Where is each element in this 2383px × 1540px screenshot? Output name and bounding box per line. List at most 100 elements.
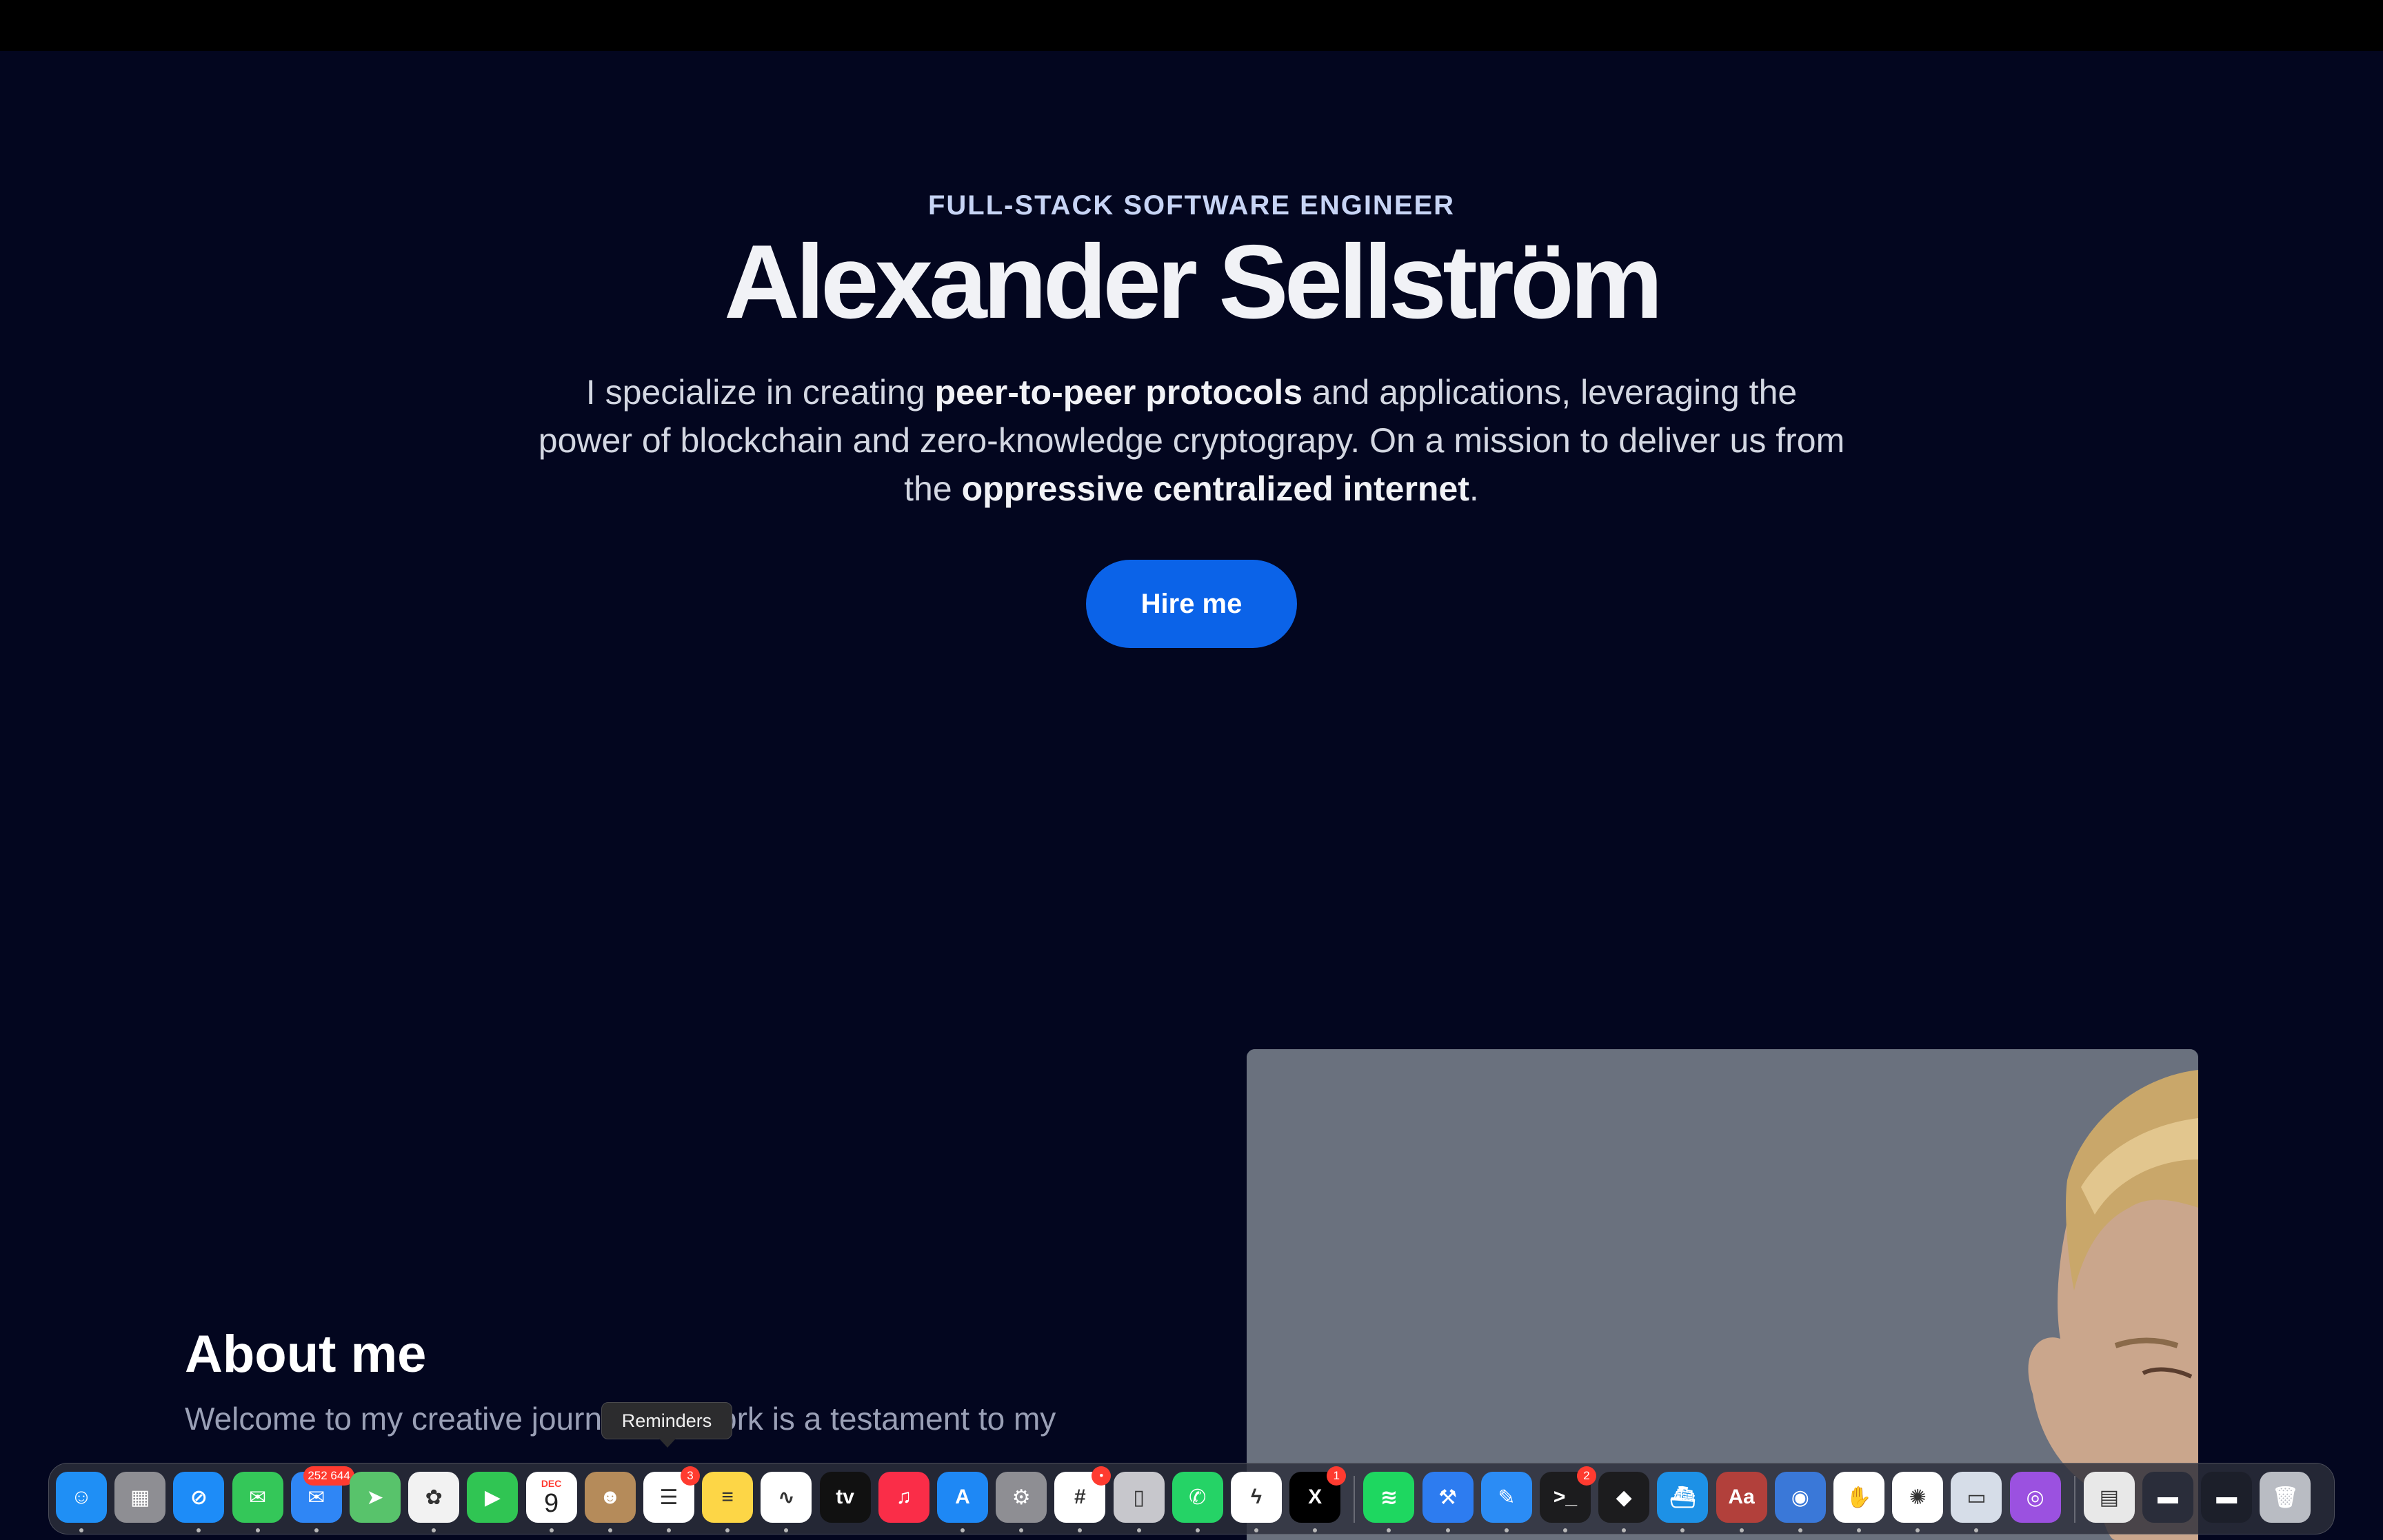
- running-indicator: [1019, 1528, 1024, 1532]
- messages-icon[interactable]: ✉: [232, 1472, 283, 1532]
- running-indicator: [1680, 1528, 1685, 1532]
- window-thumbnail-1-icon[interactable]: ▬: [2142, 1472, 2193, 1523]
- intro-paragraph: I specialize in creating peer-to-peer pr…: [536, 368, 1847, 513]
- simulator-icon[interactable]: ✎: [1480, 1472, 1532, 1532]
- trash-glyph: 🗑: [2272, 1486, 2299, 1509]
- about-text-end: ork is a testament to my: [719, 1401, 1056, 1437]
- music-icon[interactable]: ♫: [878, 1472, 929, 1523]
- running-indicator: [1195, 1528, 1200, 1532]
- facetime-icon[interactable]: ▶: [467, 1472, 519, 1523]
- mail-icon[interactable]: ✉ 252 644: [290, 1466, 354, 1532]
- running-indicator: [1504, 1528, 1509, 1532]
- reminders-icon[interactable]: ☰ 3: [643, 1466, 700, 1532]
- running-indicator: [1857, 1528, 1861, 1532]
- intro-highlight-2: oppressive centralized internet: [961, 469, 1469, 508]
- notification-badge: 1: [1327, 1466, 1347, 1486]
- music-glyph: ♫: [896, 1486, 912, 1508]
- notification-badge: 3: [681, 1466, 700, 1486]
- whatsapp-glyph: ✆: [1189, 1486, 1207, 1509]
- chatgpt-glyph: ✺: [1909, 1486, 1927, 1509]
- docker-icon[interactable]: ⛴: [1657, 1472, 1709, 1532]
- running-indicator: [1974, 1528, 1979, 1532]
- running-indicator: [784, 1528, 789, 1532]
- calendar-icon[interactable]: DEC 9: [525, 1472, 577, 1532]
- docker-glyph: ⛴: [1669, 1486, 1696, 1509]
- launchpad-icon[interactable]: ▦: [114, 1472, 166, 1523]
- running-indicator: [1739, 1528, 1744, 1532]
- notification-badge: 252 644: [303, 1466, 354, 1486]
- notification-badge: 2: [1577, 1466, 1596, 1486]
- window-thumbnail-2-icon[interactable]: ▬: [2201, 1472, 2253, 1523]
- window-thumbnail-2-glyph: ▬: [2216, 1486, 2238, 1508]
- about-heading: About me: [185, 1325, 427, 1384]
- safari-icon[interactable]: ⊘: [173, 1472, 225, 1532]
- trash-icon[interactable]: 🗑: [2260, 1472, 2311, 1523]
- running-indicator: [1622, 1528, 1627, 1532]
- messenger-icon[interactable]: ϟ: [1231, 1472, 1282, 1532]
- screen-sharing-icon[interactable]: ▭: [1951, 1472, 2002, 1532]
- running-indicator: [1563, 1528, 1567, 1532]
- contacts-icon[interactable]: ☻: [584, 1472, 636, 1532]
- finder-glyph: ☺: [70, 1486, 92, 1508]
- contacts-glyph: ☻: [599, 1486, 621, 1508]
- running-indicator: [432, 1528, 436, 1532]
- running-indicator: [725, 1528, 730, 1532]
- podcasts-glyph: ◎: [2026, 1486, 2044, 1509]
- terminal-icon[interactable]: >_ 2: [1540, 1466, 1596, 1532]
- screen-sharing-glyph: ▭: [1967, 1486, 1987, 1509]
- cursor-icon[interactable]: ◆: [1598, 1472, 1650, 1532]
- running-indicator: [197, 1528, 201, 1532]
- finder-icon[interactable]: ☺: [56, 1472, 107, 1532]
- notification-badge: •: [1092, 1466, 1112, 1486]
- running-indicator: [961, 1528, 965, 1532]
- slack-icon[interactable]: # •: [1054, 1466, 1112, 1532]
- running-indicator: [1916, 1528, 1920, 1532]
- simulator-glyph: ✎: [1498, 1486, 1516, 1509]
- spotify-glyph: ≋: [1380, 1486, 1398, 1509]
- x-icon[interactable]: X1: [1289, 1466, 1347, 1532]
- notes-icon[interactable]: ≡: [702, 1472, 754, 1532]
- spotify-icon[interactable]: ≋: [1363, 1472, 1415, 1532]
- apple-tv-icon[interactable]: tv: [819, 1472, 871, 1523]
- running-indicator: [667, 1528, 671, 1532]
- photos-icon[interactable]: ✿: [408, 1472, 460, 1532]
- maps-icon[interactable]: ➤: [350, 1472, 401, 1523]
- iphone-mirroring-glyph: ▯: [1133, 1486, 1145, 1509]
- dock-separator: [1354, 1476, 1356, 1523]
- running-indicator: [1313, 1528, 1318, 1532]
- menu-bar: [0, 0, 2383, 51]
- system-settings-icon[interactable]: ⚙: [996, 1472, 1047, 1532]
- hero-section: FULL-STACK SOFTWARE ENGINEER Alexander S…: [0, 186, 2383, 648]
- preview-icon[interactable]: ◉: [1774, 1472, 1826, 1532]
- running-indicator: [1798, 1528, 1802, 1532]
- dictionary-glyph: Aa: [1728, 1486, 1755, 1508]
- chatgpt-icon[interactable]: ✺: [1892, 1472, 1944, 1532]
- calendar-month: DEC: [541, 1478, 562, 1489]
- page-title: Alexander Sellström: [724, 223, 1663, 341]
- launchpad-glyph: ▦: [130, 1486, 150, 1509]
- hands-app-glyph: ✋: [1846, 1486, 1872, 1509]
- running-indicator: [1387, 1528, 1391, 1532]
- maps-glyph: ➤: [366, 1486, 384, 1509]
- intro-text-3: .: [1469, 469, 1479, 508]
- xcode-icon[interactable]: ⚒: [1422, 1472, 1474, 1532]
- dictionary-icon[interactable]: Aa: [1716, 1472, 1767, 1532]
- messenger-glyph: ϟ: [1251, 1486, 1262, 1508]
- document-stack-icon[interactable]: ▤: [2083, 1472, 2135, 1523]
- cursor-glyph: ◆: [1616, 1486, 1632, 1509]
- document-stack-glyph: ▤: [2099, 1486, 2119, 1509]
- running-indicator: [1445, 1528, 1450, 1532]
- freeform-glyph: ∿: [777, 1486, 795, 1509]
- iphone-mirroring-icon[interactable]: ▯: [1113, 1472, 1165, 1532]
- apple-tv-glyph: tv: [836, 1486, 854, 1508]
- whatsapp-icon[interactable]: ✆: [1172, 1472, 1223, 1532]
- app-store-glyph: A: [955, 1486, 970, 1508]
- safari-glyph: ⊘: [190, 1486, 208, 1509]
- running-indicator: [1136, 1528, 1141, 1532]
- podcasts-icon[interactable]: ◎: [2009, 1472, 2061, 1523]
- freeform-icon[interactable]: ∿: [761, 1472, 812, 1532]
- hands-app-icon[interactable]: ✋: [1833, 1472, 1884, 1532]
- hire-me-button[interactable]: Hire me: [1086, 560, 1297, 648]
- app-store-icon[interactable]: A: [937, 1472, 988, 1532]
- job-title: FULL-STACK SOFTWARE ENGINEER: [927, 190, 1456, 221]
